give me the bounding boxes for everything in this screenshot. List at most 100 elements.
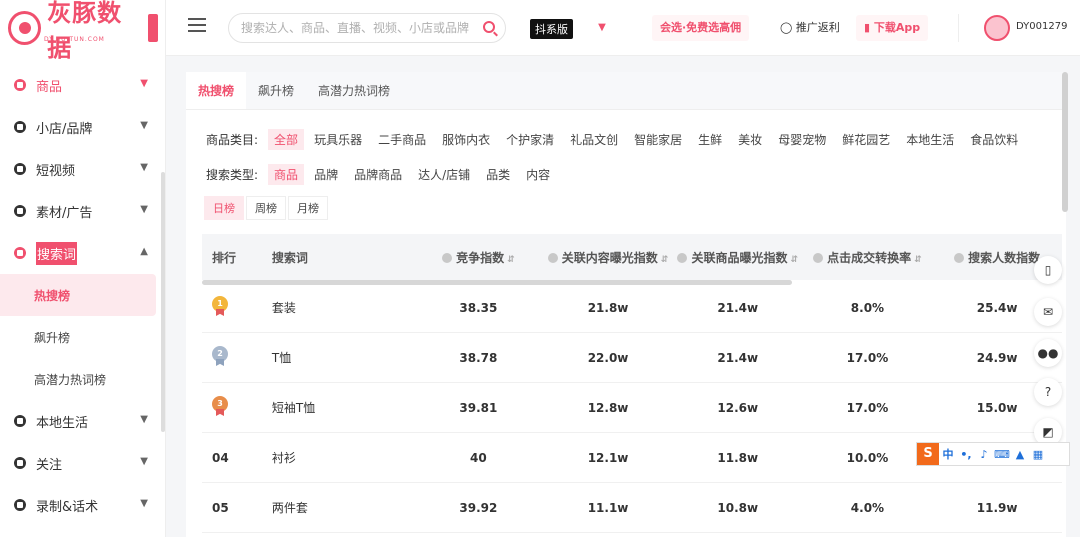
rank-cell: 3 <box>202 396 264 419</box>
record-icon <box>14 499 26 511</box>
category-chip[interactable]: 礼品文创 <box>564 129 624 150</box>
sidebar-scrollbar[interactable] <box>161 172 165 432</box>
chevron-down-icon: ▼ <box>140 204 148 215</box>
word-cell[interactable]: 衬衫 <box>264 449 414 466</box>
category-chip[interactable]: 玩具乐器 <box>308 129 368 150</box>
search-type-chip[interactable]: 内容 <box>520 164 556 185</box>
promo-button[interactable]: 会选·免费选高佣 <box>652 15 750 41</box>
word-cell[interactable]: 套装 <box>264 299 414 316</box>
search-type-chip[interactable]: 品类 <box>480 164 516 185</box>
sidebar-item-follow[interactable]: 关注 ▼ <box>0 442 166 484</box>
avatar[interactable] <box>984 15 1010 41</box>
chevron-down-icon: ▼ <box>140 498 148 509</box>
category-chip[interactable]: 鲜花园艺 <box>836 129 896 150</box>
category-chip[interactable]: 二手商品 <box>372 129 432 150</box>
header-conversion[interactable]: 点击成交转换率 ⇵ <box>803 249 933 266</box>
header-label: 竞争指数 <box>456 250 505 265</box>
logo-badge <box>148 14 158 42</box>
sidebar-item-label: 素材/广告 <box>36 205 93 221</box>
category-chip[interactable]: 母婴宠物 <box>772 129 832 150</box>
table-horizontal-scrollbar[interactable] <box>202 280 792 285</box>
tab-high-potential[interactable]: 高潜力热词榜 <box>306 72 402 109</box>
wechat-icon[interactable]: ●● <box>1034 339 1062 367</box>
keyboard-icon[interactable]: ⌨ <box>993 448 1011 461</box>
sidebar-item-record-script[interactable]: 录制&话术 ▼ <box>0 484 166 526</box>
search-input[interactable] <box>229 14 469 42</box>
header-content-exposure[interactable]: 关联内容曝光指数 ⇵ <box>543 249 673 266</box>
username[interactable]: DY001279 <box>1016 21 1076 32</box>
content-exposure-cell: 21.8w <box>587 300 629 315</box>
download-app-button[interactable]: ▮ 下载App <box>856 15 929 41</box>
sidebar-item-search-word[interactable]: 搜索词 ▲ <box>0 232 166 274</box>
sidebar-item-material-ad[interactable]: 素材/广告 ▼ <box>0 190 166 232</box>
search-type-chip[interactable]: 商品 <box>268 163 305 185</box>
chevron-down-icon: ▼ <box>140 414 148 425</box>
category-chip[interactable]: 本地生活 <box>900 129 960 150</box>
sidebar-subitem-hot-search[interactable]: 热搜榜 <box>0 274 156 316</box>
category-chip[interactable]: 智能家居 <box>628 129 688 150</box>
category-chip[interactable]: 生鲜 <box>692 129 728 150</box>
conversion-cell: 10.0% <box>846 450 889 465</box>
period-weekly[interactable]: 周榜 <box>246 196 286 220</box>
table-row[interactable]: 3 短袖T恤 39.81 12.8w 12.6w 17.0% 15.0w <box>202 383 1062 433</box>
product-exposure-cell: 11.8w <box>717 450 759 465</box>
rebate-link[interactable]: ◯ 推广返利 <box>772 15 848 41</box>
rank-cell: 05 <box>212 500 229 515</box>
search-type-chip[interactable]: 达人/店铺 <box>412 164 476 185</box>
header-competition[interactable]: 竞争指数 ⇵ <box>414 249 544 266</box>
ime-mode[interactable]: 中 <box>939 446 957 462</box>
rank-cell: 2 <box>202 346 264 369</box>
microphone-icon[interactable]: ♪ <box>975 448 993 461</box>
word-cell[interactable]: T恤 <box>264 349 414 366</box>
sidebar-subitem-high-potential[interactable]: 高潜力热词榜 <box>0 358 166 400</box>
ime-punct[interactable]: •, <box>957 448 975 461</box>
sidebar-item-short-video[interactable]: 短视频 ▼ <box>0 148 166 190</box>
header-product-exposure[interactable]: 关联商品曝光指数 ⇵ <box>673 249 803 266</box>
ranking-table: 排行 搜索词 竞争指数 ⇵ 关联内容曝光指数 ⇵ 关联商品曝光指数 ⇵ 点击成交转换率… <box>202 234 1062 533</box>
period-monthly[interactable]: 月榜 <box>288 196 328 220</box>
menu-toggle-icon[interactable] <box>188 18 206 34</box>
rebate-label: 推广返利 <box>795 21 840 34</box>
search-icon[interactable] <box>483 21 495 33</box>
brand-name: 灰豚数据 <box>47 0 123 62</box>
silver-medal-icon: 2 <box>212 346 228 366</box>
tab-hot-search[interactable]: 热搜榜 <box>186 72 247 109</box>
ime-toolbar[interactable]: S 中 •, ♪ ⌨ ▲ ▦ <box>916 442 1070 466</box>
ime-logo-icon[interactable]: S <box>917 443 939 465</box>
phone-icon[interactable]: ▯ <box>1034 256 1062 284</box>
competition-cell: 39.92 <box>459 500 498 515</box>
mail-icon[interactable]: ✉ <box>1034 298 1062 326</box>
search-type-chip[interactable]: 品牌商品 <box>348 164 408 185</box>
skin-icon[interactable]: ▲ <box>1011 448 1029 461</box>
tab-rising[interactable]: 飙升榜 <box>246 72 306 109</box>
category-chip[interactable]: 食品饮料 <box>964 129 1024 150</box>
category-chip[interactable]: 全部 <box>268 128 305 150</box>
rank-cell: 1 <box>202 296 264 319</box>
page-vertical-scrollbar[interactable] <box>1062 72 1068 212</box>
help-icon[interactable]: ? <box>1034 378 1062 406</box>
sidebar-item-store-brand[interactable]: 小店/品牌 ▼ <box>0 106 166 148</box>
header-divider <box>958 14 959 42</box>
product-icon <box>14 79 26 91</box>
table-header: 排行 搜索词 竞争指数 ⇵ 关联内容曝光指数 ⇵ 关联商品曝光指数 ⇵ 点击成交转换率… <box>202 234 1062 280</box>
sidebar-item-label: 录制&话术 <box>36 499 99 515</box>
word-cell[interactable]: 两件套 <box>264 499 414 516</box>
category-chip[interactable]: 个护家清 <box>500 129 560 150</box>
table-row[interactable]: 1 套装 38.35 21.8w 21.4w 8.0% 25.4w <box>202 283 1062 333</box>
category-chip[interactable]: 美妆 <box>732 129 768 150</box>
sidebar-item-product[interactable]: 商品 ▼ <box>0 64 166 106</box>
period-daily[interactable]: 日榜 <box>204 196 244 220</box>
table-row[interactable]: 05 两件套 39.92 11.1w 10.8w 4.0% 11.9w <box>202 483 1062 533</box>
grid-icon[interactable]: ▦ <box>1029 448 1047 461</box>
table-row[interactable]: 2 T恤 38.78 22.0w 21.4w 17.0% 24.9w <box>202 333 1062 383</box>
version-badge[interactable]: 抖系版 <box>530 19 573 39</box>
sidebar-subitem-rising[interactable]: 飙升榜 <box>0 316 166 358</box>
info-icon <box>954 252 965 263</box>
chevron-down-icon[interactable]: ▼ <box>588 17 616 39</box>
sidebar-item-local-life[interactable]: 本地生活 ▼ <box>0 400 166 442</box>
product-exposure-cell: 21.4w <box>717 350 759 365</box>
category-chip[interactable]: 服饰内衣 <box>436 129 496 150</box>
word-cell[interactable]: 短袖T恤 <box>264 399 414 416</box>
search-type-chip[interactable]: 品牌 <box>308 164 344 185</box>
header-word: 搜索词 <box>271 250 308 265</box>
